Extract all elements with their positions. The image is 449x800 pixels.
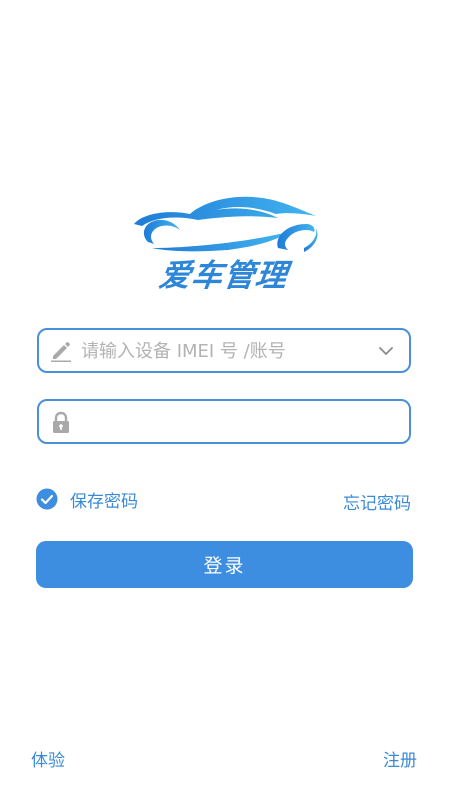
check-circle-icon[interactable] — [36, 488, 58, 510]
pencil-icon — [51, 342, 71, 362]
remember-password-toggle[interactable]: 保存密码 — [36, 487, 138, 512]
app-logo: 爱车管理 — [128, 190, 320, 300]
trial-link[interactable]: 体验 — [31, 746, 65, 771]
register-link[interactable]: 注册 — [383, 746, 417, 771]
app-name: 爱车管理 — [156, 258, 291, 294]
chevron-down-icon[interactable] — [377, 342, 395, 360]
login-button[interactable]: 登录 — [36, 541, 413, 588]
account-field[interactable] — [37, 328, 411, 373]
password-field[interactable] — [37, 399, 411, 444]
remember-password-label: 保存密码 — [70, 491, 138, 512]
password-input[interactable] — [81, 407, 366, 437]
account-input[interactable] — [81, 336, 366, 366]
forgot-password-link[interactable]: 忘记密码 — [343, 489, 411, 514]
lock-icon — [53, 411, 69, 433]
